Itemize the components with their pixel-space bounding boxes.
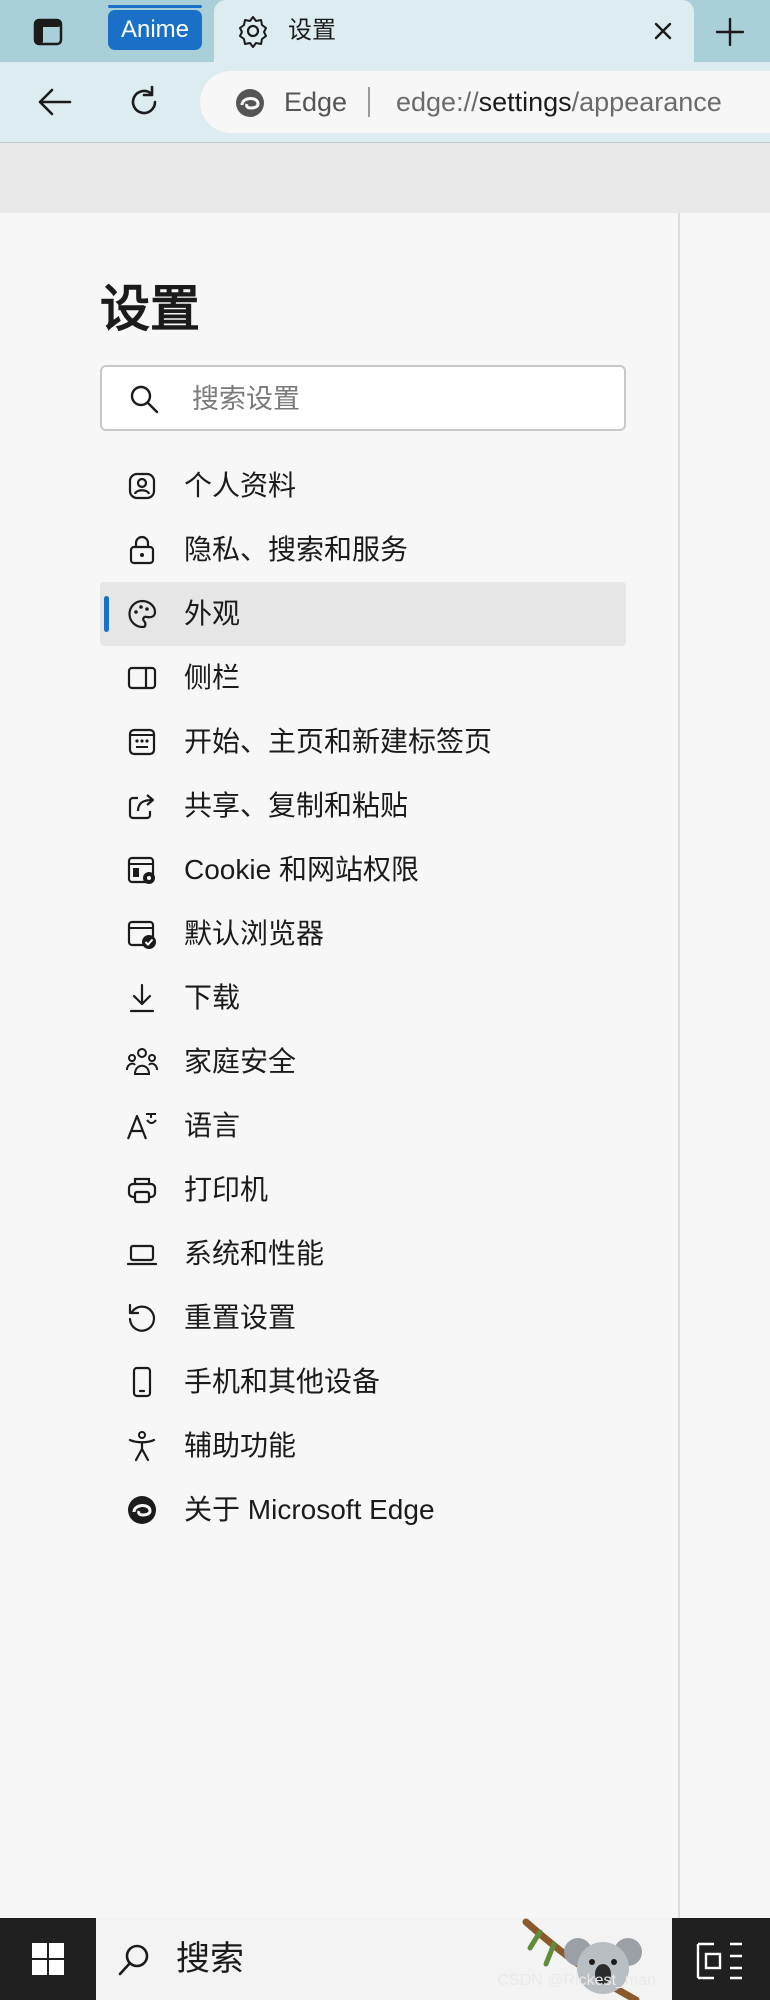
header-band [0,143,770,213]
sidebar-item-default-browser[interactable]: 默认浏览器 [100,902,626,966]
gear-icon [239,16,267,48]
sidebar-item-about[interactable]: 关于 Microsoft Edge [100,1478,626,1542]
sidebar-item-label: 辅助功能 [184,1430,297,1461]
address-separator [368,87,370,117]
sidebar-item-label: 系统和性能 [184,1238,325,1269]
sidebar-item-label: 侧栏 [184,662,241,693]
new-tab-button[interactable] [704,12,756,52]
tab-title: 设置 [288,17,336,44]
family-icon [126,1048,158,1075]
sidebar-item-appearance[interactable]: 外观 [100,582,626,646]
sidebar-item-label: 开始、主页和新建标签页 [184,726,493,757]
sidebar-item-label: 语言 [184,1110,241,1141]
sidebar-item-label: 打印机 [184,1174,269,1205]
start-button[interactable] [0,1918,96,2000]
laptop-icon [126,1244,158,1266]
page-title: 设置 [100,281,200,337]
sidebar-item-privacy[interactable]: 隐私、搜索和服务 [100,518,626,582]
sidebar-item-family[interactable]: 家庭安全 [100,1030,626,1094]
edge-logo-icon [236,89,264,117]
arrow-left-icon [38,88,72,116]
sidebar-item-label: 外观 [184,598,241,629]
sidebar-item-system[interactable]: 系统和性能 [100,1222,626,1286]
close-icon[interactable] [648,16,678,46]
sidebar-item-label: 家庭安全 [184,1046,297,1077]
profile-icon [128,472,156,500]
windows-logo-icon [32,1943,64,1975]
tab-group-label: Anime [120,16,190,43]
phone-icon [132,1366,152,1398]
language-icon [126,1113,157,1140]
lock-icon [129,535,155,565]
tab-actions-button[interactable] [26,14,70,50]
url-scheme: edge:// [396,87,479,117]
default-browser-icon [127,920,156,949]
address-bar[interactable]: Edge edge://settings/appearance [200,71,770,133]
sidebar-item-cookies[interactable]: Cookie 和网站权限 [100,838,626,902]
tab-strip: Anime 设置 [0,0,770,62]
url-host: settings [478,87,572,117]
sidebar-item-start-home[interactable]: 开始、主页和新建标签页 [100,710,626,774]
back-button[interactable] [30,80,78,124]
sidebar-item-reset[interactable]: 重置设置 [100,1286,626,1350]
sidebar-item-label: 个人资料 [184,470,297,501]
settings-menu: 个人资料 隐私、搜索和服务 外观 侧栏 开始、主页和新建标签页 共享、复制和粘贴… [100,454,626,1542]
cookie-settings-icon [127,856,155,884]
share-icon [128,794,155,820]
tab-settings[interactable]: 设置 [214,0,694,62]
sidebar-item-label: 手机和其他设备 [184,1366,381,1397]
search-input[interactable] [190,375,614,423]
taskbar-search[interactable]: 搜索 CSDN @Rickest_man [96,1918,672,2000]
sidebar-item-profile[interactable]: 个人资料 [100,454,626,518]
sidebar-item-label: 重置设置 [184,1302,297,1333]
widgets-icon[interactable] [692,1938,748,1984]
search-icon [118,1944,149,1976]
plus-icon [715,17,745,47]
accessibility-icon [128,1431,156,1462]
home-grid-icon [128,728,156,756]
sidebar-item-sidebar[interactable]: 侧栏 [100,646,626,710]
sidebar-item-downloads[interactable]: 下载 [100,966,626,1030]
refresh-icon [131,85,157,115]
sidebar-item-accessibility[interactable]: 辅助功能 [100,1414,626,1478]
edge-logo-icon [128,1496,156,1524]
url-text[interactable]: edge://settings/appearance [396,85,722,119]
tab-group-line [108,5,202,8]
settings-search[interactable] [100,365,626,431]
taskbar-search-label: 搜索 [176,1940,244,1978]
tab-group-chip[interactable]: Anime [108,10,202,50]
url-path: /appearance [571,87,722,117]
printer-icon [127,1177,157,1204]
reset-icon [128,1303,156,1332]
pane-divider [678,213,680,1918]
tab-actions-icon [33,18,63,46]
sidebar-item-label: 关于 Microsoft Edge [184,1494,435,1525]
taskbar: 搜索 CSDN @Rickest_man [0,1918,770,2000]
download-icon [129,983,155,1013]
sidebar-item-languages[interactable]: 语言 [100,1094,626,1158]
toolbar: Edge edge://settings/appearance [0,62,770,143]
sidebar-item-label: 共享、复制和粘贴 [184,790,409,821]
site-label: Edge [284,87,348,117]
sidebar-icon [127,666,157,690]
refresh-button[interactable] [120,80,168,124]
sidebar-item-phone[interactable]: 手机和其他设备 [100,1350,626,1414]
sidebar-item-label: 隐私、搜索和服务 [184,534,409,565]
watermark-text: CSDN @Rickest_man [497,1972,657,1989]
search-icon [130,385,159,414]
sidebar-item-label: 下载 [184,982,241,1013]
sidebar-item-label: 默认浏览器 [184,918,325,949]
sidebar-item-printers[interactable]: 打印机 [100,1158,626,1222]
sidebar-item-label: Cookie 和网站权限 [184,854,419,885]
sidebar-item-share[interactable]: 共享、复制和粘贴 [100,774,626,838]
palette-icon [128,599,157,629]
